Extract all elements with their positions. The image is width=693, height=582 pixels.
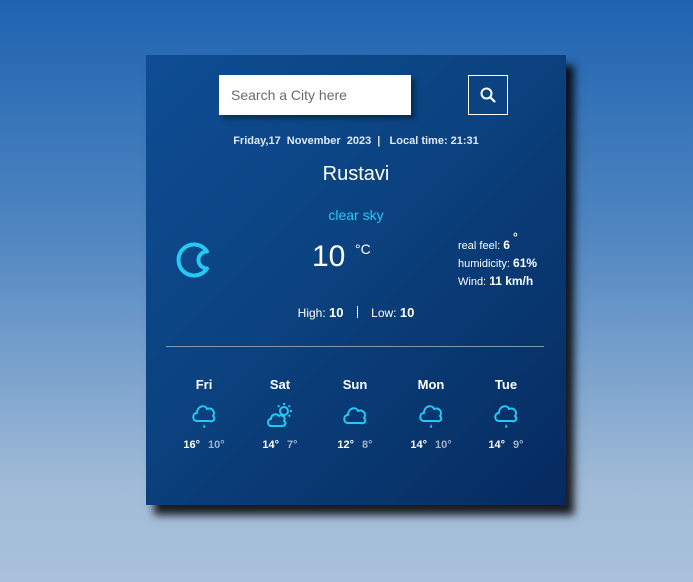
current-temperature: 10: [312, 240, 346, 273]
real-feel-label: real feel:: [458, 240, 501, 252]
city-name: Rustavi: [322, 163, 390, 185]
forecast-low: 10°: [208, 439, 225, 451]
forecast-day: Sat 14° 7°: [240, 377, 320, 451]
forecast-day: Mon 14° 10°: [391, 377, 471, 451]
high-value: 10: [329, 305, 344, 320]
wind-label: Wind:: [458, 276, 487, 288]
forecast-day-name: Mon: [417, 377, 445, 392]
date-time: Friday,17 November 2023 | Local time: 21…: [233, 135, 479, 147]
humidity-value: 61%: [513, 256, 538, 270]
real-feel: real feel: 6 °: [458, 230, 537, 255]
forecast-high: 14°: [262, 439, 280, 451]
forecast-day: Sun 12° 8°: [315, 377, 395, 451]
search-input[interactable]: [219, 75, 411, 115]
forecast-day-name: Sun: [342, 377, 368, 392]
moon-icon: [176, 242, 209, 278]
low-value: 10: [399, 305, 415, 320]
search-icon: [480, 87, 496, 103]
forecast-low: 8°: [362, 439, 373, 451]
forecast-low: 7°: [287, 439, 298, 451]
daily-forecast: Fri 16° 10° Sat 14° 7° Sun 12° 8° Mon 14…: [166, 377, 544, 467]
light-rain-cloud-icon: [494, 405, 518, 428]
real-feel-degree: °: [513, 230, 518, 244]
forecast-day-name: Sat: [269, 377, 291, 392]
forecast-high: 16°: [183, 439, 200, 451]
forecast-high: 14°: [410, 439, 427, 451]
forecast-day-name: Fri: [195, 377, 213, 392]
temperature-unit: °C: [355, 241, 371, 257]
weather-details: real feel: 6 ° humidicity: 61% Wind: 11 …: [458, 230, 537, 291]
light-rain-cloud-icon: [192, 405, 216, 428]
humidity-label: humidicity:: [458, 258, 510, 270]
forecast-high: 14°: [488, 439, 506, 451]
wind-value: 11 km/h: [489, 274, 534, 288]
section-divider: [166, 346, 544, 347]
low-label: Low:: [371, 306, 397, 320]
cloud-icon: [343, 407, 367, 425]
wind: Wind: 11 km/h: [458, 273, 537, 291]
weather-card: Friday,17 November 2023 | Local time: 21…: [146, 55, 566, 505]
forecast-low: 10°: [435, 439, 452, 451]
forecast-day-name: Tue: [494, 377, 518, 392]
forecast-high: 12°: [337, 439, 355, 451]
high-low: High: 10 Low: 10: [146, 305, 566, 320]
high-label: High:: [297, 306, 326, 320]
forecast-day: Fri 16° 10°: [164, 377, 244, 451]
weather-condition: clear sky: [328, 207, 384, 223]
search-button[interactable]: [468, 75, 508, 115]
forecast-day: Tue 14° 9°: [466, 377, 546, 451]
light-rain-cloud-icon: [419, 405, 443, 428]
forecast-low: 9°: [513, 439, 524, 451]
real-feel-value: 6: [503, 238, 510, 252]
humidity: humidicity: 61%: [458, 255, 537, 273]
partly-cloudy-day-icon: [267, 403, 292, 427]
high-low-divider: [356, 306, 358, 318]
